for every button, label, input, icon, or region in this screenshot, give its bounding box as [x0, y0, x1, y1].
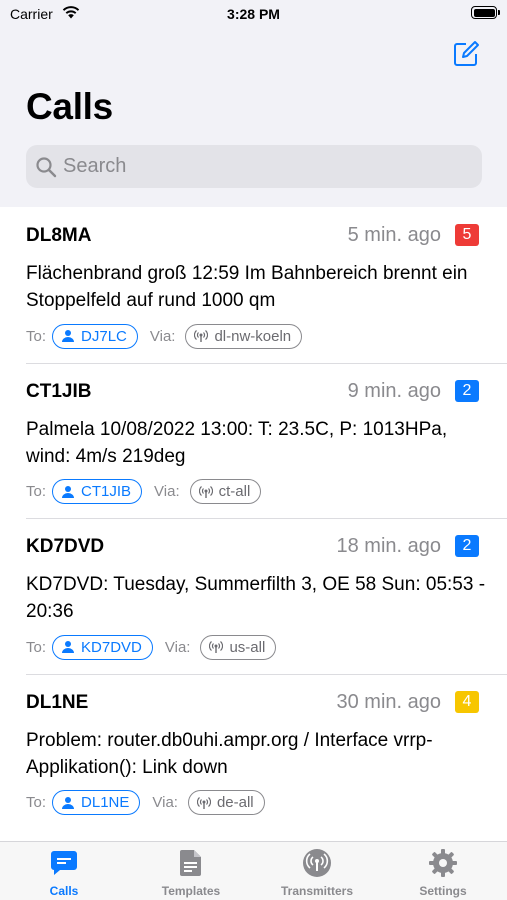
clock: 3:28 PM	[227, 6, 280, 22]
recipient-chip[interactable]: KD7DVD	[52, 634, 153, 660]
priority-badge: 5	[455, 224, 479, 246]
person-icon	[62, 330, 75, 342]
recipient-chip[interactable]: DJ7LC	[52, 323, 138, 349]
to-label: To:	[26, 794, 47, 811]
list-item[interactable]: KD7DVD 18 min. ago 2 KD7DVD: Tuesday, Su…	[0, 518, 507, 674]
call-meta: To: CT1JIB Via: ct-all	[26, 479, 262, 505]
transmitter-group-chip[interactable]: us-all	[200, 634, 277, 660]
transmitter-group-chip[interactable]: de-all	[187, 790, 265, 815]
tab-transmitters[interactable]: Transmitters	[262, 842, 372, 900]
list-item[interactable]: CT1JIB 9 min. ago 2 Palmela 10/08/2022 1…	[0, 362, 507, 519]
priority-badge: 2	[455, 379, 479, 402]
document-icon	[180, 850, 201, 876]
message-bubble-icon	[51, 851, 77, 875]
via-label: Via:	[149, 327, 176, 345]
gear-icon	[429, 849, 457, 877]
call-message: Problem: router.db0uhi.ampr.org / Interf…	[26, 729, 433, 778]
tab-templates[interactable]: Templates	[136, 842, 246, 900]
person-icon	[62, 485, 75, 498]
call-meta: To: KD7DVD Via: us-all	[26, 634, 277, 660]
search-input[interactable]	[63, 155, 463, 178]
via-label: Via:	[152, 794, 178, 811]
timestamp: 5 min. ago	[347, 224, 441, 246]
antenna-icon	[209, 641, 224, 653]
antenna-icon	[303, 849, 331, 877]
timestamp: 18 min. ago	[336, 535, 441, 557]
search-icon	[36, 156, 57, 177]
transmitter-group-label: de-all	[216, 794, 254, 811]
timestamp: 9 min. ago	[347, 379, 441, 402]
call-message: Palmela 10/08/2022 13:00: T: 23.5C, P: 1…	[26, 418, 448, 467]
compose-icon[interactable]	[452, 40, 480, 68]
tab-calls[interactable]: Calls	[9, 842, 119, 900]
priority-badge: 2	[455, 535, 479, 557]
tab-label: Calls	[49, 884, 79, 898]
page-title: Calls	[26, 86, 113, 127]
transmitter-group-chip[interactable]: ct-all	[189, 479, 262, 504]
transmitter-group-label: ct-all	[218, 483, 251, 500]
antenna-icon	[198, 485, 213, 498]
transmitter-group-label: dl-nw-koeln	[214, 327, 292, 345]
to-label: To:	[26, 327, 47, 345]
call-meta: To: DJ7LC Via: dl-nw-koeln	[26, 323, 303, 349]
to-label: To:	[26, 638, 47, 656]
person-icon	[62, 796, 75, 809]
tab-settings[interactable]: Settings	[388, 842, 498, 900]
callsign: DL8MA	[26, 225, 92, 246]
calls-list: DL8MA 5 min. ago 5 Flächenbrand groß 12:…	[0, 207, 507, 841]
recipient-chip[interactable]: DL1NE	[52, 790, 141, 815]
antenna-icon	[194, 330, 209, 342]
via-label: Via:	[154, 483, 180, 500]
status-bar: Carrier 3:28 PM	[0, 0, 507, 28]
transmitter-group-chip[interactable]: dl-nw-koeln	[185, 323, 303, 349]
list-item[interactable]: DL8MA 5 min. ago 5 Flächenbrand groß 12:…	[0, 207, 507, 363]
transmitter-group-label: us-all	[229, 638, 266, 656]
tab-label: Transmitters	[280, 884, 354, 898]
search-bar[interactable]	[26, 145, 482, 188]
timestamp: 30 min. ago	[336, 690, 441, 713]
callsign: CT1JIB	[26, 380, 92, 402]
antenna-icon	[196, 796, 211, 809]
recipient-label: DJ7LC	[81, 327, 127, 345]
recipient-chip[interactable]: CT1JIB	[52, 479, 143, 504]
via-label: Via:	[164, 638, 191, 656]
callsign: DL1NE	[26, 691, 89, 713]
tab-bar: Calls Templates Transmitters Settings	[0, 841, 507, 900]
call-meta: To: DL1NE Via: de-all	[26, 790, 265, 816]
recipient-label: DL1NE	[81, 794, 130, 811]
call-message: Flächenbrand groß 12:59 Im Bahnbereich b…	[26, 263, 468, 311]
priority-badge: 4	[455, 690, 479, 713]
to-label: To:	[26, 483, 47, 500]
tab-label: Settings	[419, 884, 467, 898]
tab-label: Templates	[161, 884, 221, 898]
battery-icon	[471, 6, 500, 19]
call-message: KD7DVD: Tuesday, Summerfilth 3, OE 58 Su…	[26, 574, 486, 622]
list-item[interactable]: DL1NE 30 min. ago 4 Problem: router.db0u…	[0, 673, 507, 830]
recipient-label: KD7DVD	[81, 638, 142, 656]
recipient-label: CT1JIB	[81, 483, 132, 500]
person-icon	[62, 641, 75, 653]
callsign: KD7DVD	[26, 536, 105, 557]
